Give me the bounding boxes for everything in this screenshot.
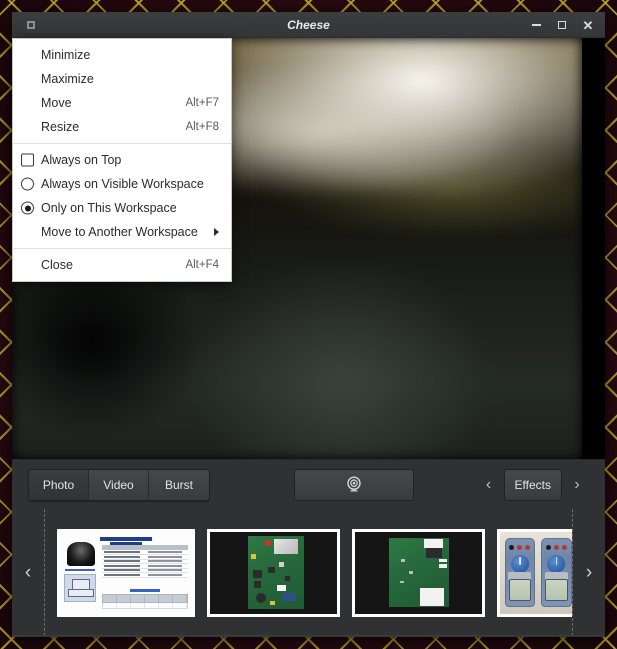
close-button[interactable]: ✕ xyxy=(575,12,601,38)
effects-button-label: Effects xyxy=(514,477,551,492)
webcam-icon xyxy=(347,475,361,491)
thumbnail-item[interactable] xyxy=(207,528,340,617)
mode-button-burst-label: Burst xyxy=(164,477,193,492)
doc-technical-drawing xyxy=(64,574,96,602)
doc-left-column xyxy=(64,541,98,602)
menu-separator xyxy=(13,248,231,249)
doc-spec-row xyxy=(102,573,188,578)
window-menu-icon[interactable] xyxy=(20,12,42,38)
mode-button-video[interactable]: Video xyxy=(89,469,149,500)
thumbnail-item[interactable] xyxy=(497,528,572,617)
menu-item-move-to-another-workspace[interactable]: Move to Another Workspace xyxy=(13,220,231,244)
thumbnail-track[interactable] xyxy=(44,509,573,636)
desktop-background: Cheese ✕ Photo Video Burst ‹ Effects › ‹… xyxy=(0,0,617,649)
minimize-button[interactable] xyxy=(523,12,549,38)
doc-spec-header xyxy=(102,544,188,550)
capture-toolbar: Photo Video Burst ‹ Effects › xyxy=(12,459,605,509)
menu-item-label: Move to Another Workspace xyxy=(41,225,198,239)
chevron-left-icon: ‹ xyxy=(485,475,492,493)
doc-title-bar xyxy=(99,536,153,541)
chevron-right-icon: › xyxy=(585,561,593,583)
menu-item-minimize[interactable]: Minimize xyxy=(13,43,231,67)
menu-item-label: Maximize xyxy=(41,72,94,86)
window-title: Cheese xyxy=(287,17,330,32)
doc-link-line xyxy=(65,568,95,571)
maximize-button[interactable] xyxy=(549,12,575,38)
menu-item-always-on-visible-workspace[interactable]: Always on Visible Workspace xyxy=(13,172,231,196)
menu-item-accelerator: Alt+F4 xyxy=(185,259,219,271)
mode-button-group: Photo Video Burst xyxy=(28,468,210,501)
multimeter-device xyxy=(541,538,572,607)
doc-table-caption xyxy=(130,588,160,592)
menu-item-accelerator: Alt+F7 xyxy=(185,97,219,109)
window-titlebar[interactable]: Cheese ✕ xyxy=(12,12,605,38)
minimize-icon xyxy=(531,24,541,26)
radio-icon[interactable] xyxy=(21,177,34,191)
effects-prev-button[interactable]: ‹ xyxy=(474,469,504,501)
effects-next-button[interactable]: › xyxy=(562,469,592,501)
window-controls: ✕ xyxy=(523,12,601,38)
thumbnail-item[interactable] xyxy=(57,528,195,617)
chevron-left-icon: ‹ xyxy=(24,561,32,583)
effects-control-group: ‹ Effects › xyxy=(474,468,592,501)
chevron-right-icon: › xyxy=(574,475,580,493)
mode-button-burst[interactable]: Burst xyxy=(149,469,209,500)
effects-button[interactable]: Effects xyxy=(503,468,562,501)
menu-item-always-on-top[interactable]: Always on Top xyxy=(13,148,231,172)
menu-item-maximize[interactable]: Maximize xyxy=(13,67,231,91)
preview-letterbox-right xyxy=(582,38,605,459)
menu-item-label: Resize xyxy=(41,120,80,134)
menu-item-label: Minimize xyxy=(41,48,91,62)
doc-product-photo xyxy=(67,541,95,566)
menu-item-move[interactable]: Move Alt+F7 xyxy=(13,91,231,115)
strip-bottom-edge xyxy=(12,635,605,636)
thumbnails-prev-button[interactable]: ‹ xyxy=(12,509,44,636)
take-photo-button[interactable] xyxy=(294,468,414,501)
menu-item-close[interactable]: Close Alt+F4 xyxy=(13,253,231,277)
menu-item-resize[interactable]: Resize Alt+F8 xyxy=(13,115,231,139)
window-menu-glyph xyxy=(27,20,35,29)
menu-item-only-on-this-workspace[interactable]: Only on This Workspace xyxy=(13,196,231,220)
chevron-right-icon xyxy=(214,228,219,236)
radio-selected-icon[interactable] xyxy=(21,201,34,215)
pcb-board xyxy=(248,536,304,609)
doc-dimension-table xyxy=(102,588,188,609)
doc-table-header xyxy=(102,593,188,603)
menu-item-label: Move xyxy=(41,96,72,110)
menu-item-label: Always on Top xyxy=(41,153,122,167)
checkbox-icon[interactable] xyxy=(21,153,34,167)
maximize-icon xyxy=(558,21,566,29)
multimeter-device xyxy=(504,538,536,607)
window-context-menu[interactable]: Minimize Maximize Move Alt+F7 Resize Alt… xyxy=(12,38,232,282)
menu-item-label: Close xyxy=(41,258,73,272)
close-icon: ✕ xyxy=(582,17,594,33)
pcb-board xyxy=(389,538,449,607)
thumbnail-item[interactable] xyxy=(352,528,485,617)
mode-button-photo-label: Photo xyxy=(42,477,75,492)
menu-item-accelerator: Alt+F8 xyxy=(185,121,219,133)
menu-item-label: Always on Visible Workspace xyxy=(41,177,204,191)
menu-separator xyxy=(13,143,231,144)
menu-item-label: Only on This Workspace xyxy=(41,201,177,215)
mode-button-photo[interactable]: Photo xyxy=(29,469,89,500)
document-thumbnail-content xyxy=(60,532,192,614)
thumbnails-next-button[interactable]: › xyxy=(573,509,605,636)
doc-spec-rows xyxy=(102,544,188,578)
mode-button-video-label: Video xyxy=(103,477,134,492)
thumbnail-strip: ‹ › xyxy=(12,509,605,636)
doc-table-row xyxy=(102,602,188,609)
